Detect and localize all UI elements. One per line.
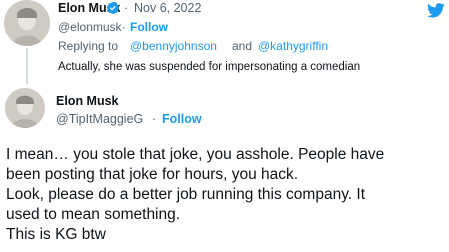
reply-follow-button[interactable]: Follow (130, 20, 168, 34)
tweet-text-line: Look, please do a better job running thi… (6, 186, 366, 203)
replying-and: and (232, 39, 253, 53)
tweet-text-line: I mean… you stole that joke, you asshole… (6, 146, 385, 163)
replying-to-prefix: Replying to (58, 39, 119, 53)
elonmusk-avatar[interactable] (4, 0, 50, 46)
reply-date[interactable]: Nov 6, 2022 (134, 1, 201, 15)
tweet-text-line: used to mean something. (6, 206, 181, 223)
quoted-follow-button[interactable]: Follow (162, 112, 202, 126)
quoted-display-name[interactable]: Elon Musk (56, 94, 119, 108)
tweet-text-line: been posting that joke for hours, you ha… (6, 166, 299, 183)
tweet-text-line: This is KG btw (6, 226, 106, 243)
thread-connector-line (26, 48, 28, 84)
mention-bennyjohnson-link[interactable]: @bennyjohnson (130, 39, 217, 53)
tipitmaggieg-avatar[interactable] (5, 88, 45, 128)
verified-badge-icon (107, 2, 119, 14)
reply-tweet-text: Actually, she was suspended for imperson… (58, 61, 361, 73)
quoted-handle[interactable]: @TipItMaggieG (56, 112, 143, 126)
reply-separator: · (124, 1, 129, 15)
twitter-bird-icon[interactable] (427, 3, 445, 18)
mention-kathygriffin-link[interactable]: @kathygriffin (258, 39, 328, 53)
reply-handle[interactable]: @elonmusk (58, 20, 122, 34)
quoted-follow-separator: · (152, 112, 157, 126)
quoted-tweet-text: I mean… you stole that joke, you asshole… (6, 145, 446, 245)
reply-follow-separator: · (122, 20, 126, 34)
